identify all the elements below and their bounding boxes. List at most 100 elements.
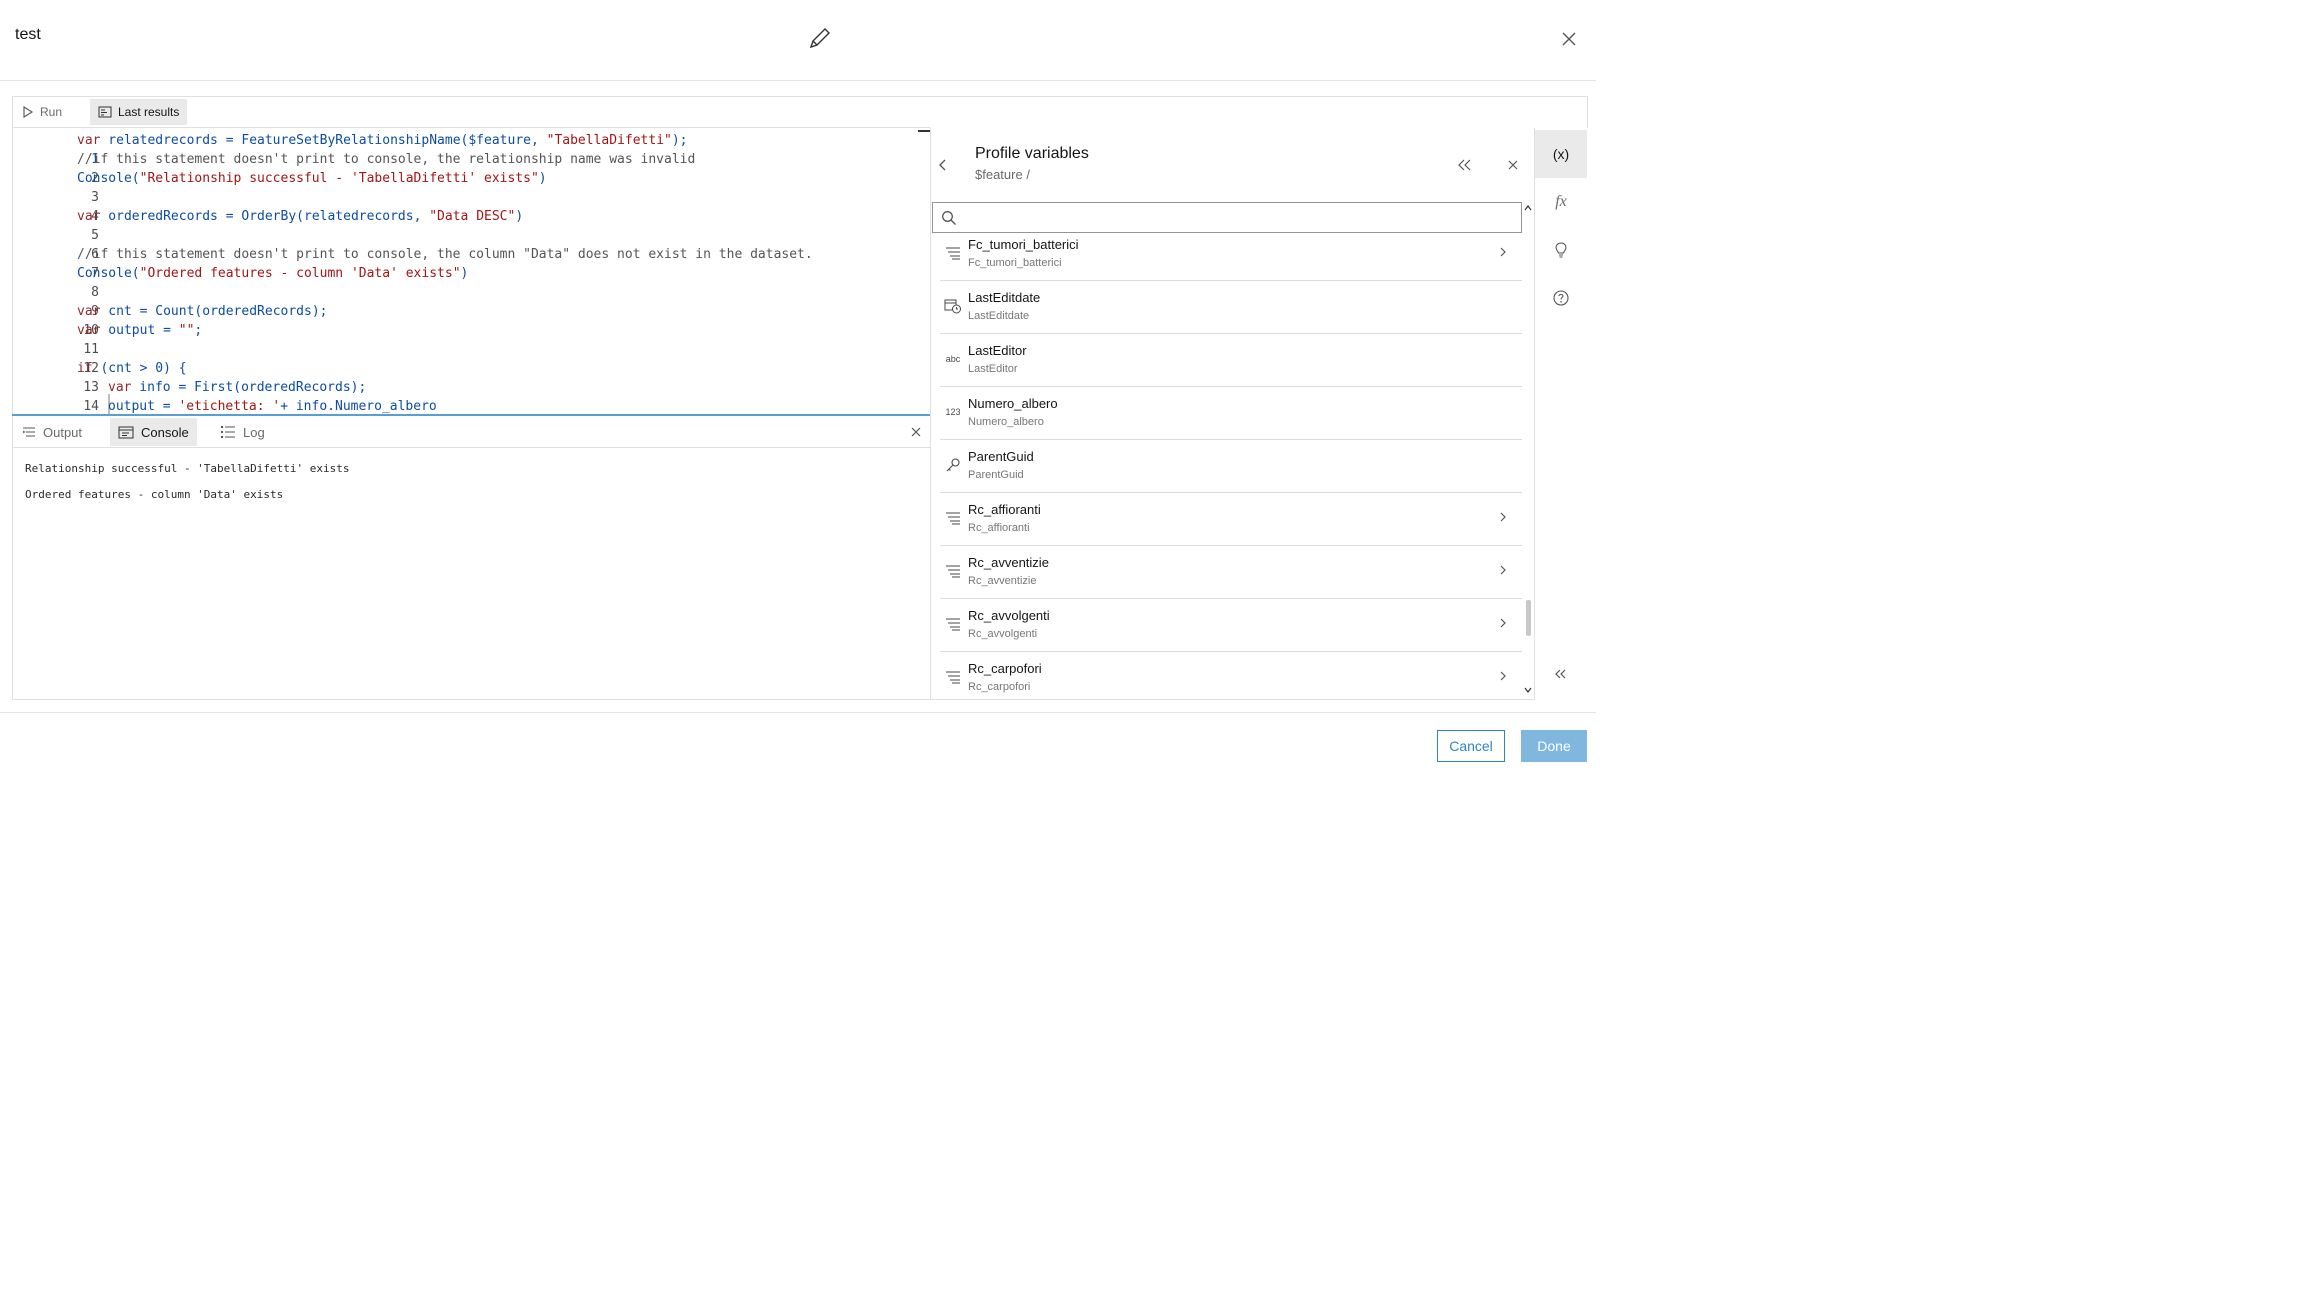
code-token: + info.Numero_albero: [280, 399, 437, 414]
tab-console-label: Console: [141, 424, 189, 440]
list-item[interactable]: abc LastEditor LastEditor: [940, 334, 1522, 387]
code-line: 15 output = 'etichetta: '+ info.Numero_a…: [12, 397, 922, 414]
functions-button[interactable]: fx: [1535, 178, 1587, 226]
variable-search[interactable]: [932, 202, 1522, 233]
string-literal: "Data DESC": [429, 209, 516, 224]
list-item[interactable]: ParentGuid ParentGuid: [940, 440, 1522, 493]
collapse-rail-button[interactable]: [1535, 650, 1587, 698]
item-name: Rc_avventizie: [968, 555, 1049, 570]
keyword: var: [77, 304, 101, 319]
run-button[interactable]: Run: [22, 99, 62, 125]
code-line: 7 //if this statement doesn't print to c…: [12, 245, 922, 281]
feature-set-icon: [944, 509, 962, 527]
tab-log[interactable]: Log: [220, 418, 265, 446]
collapse-icon[interactable]: [1455, 155, 1475, 175]
code-line: 11 var output = "";: [12, 321, 922, 357]
code-token: cnt =: [100, 304, 156, 319]
code-token: ($feature,: [460, 133, 547, 148]
suggestions-button[interactable]: [1535, 226, 1587, 274]
scroll-up-icon[interactable]: [1524, 204, 1532, 212]
code-token: info =: [131, 380, 195, 395]
item-description: LastEditdate: [968, 310, 1030, 322]
close-icon[interactable]: [1556, 26, 1582, 52]
search-input[interactable]: [963, 207, 1517, 229]
code-token: orderedRecords =: [100, 209, 242, 224]
lightbulb-icon: [1555, 242, 1567, 258]
close-icon[interactable]: [1503, 155, 1523, 175]
help-icon: [1553, 290, 1569, 306]
console-message: Ordered features - column 'Data' exists: [25, 488, 284, 501]
list-item[interactable]: Rc_affioranti Rc_affioranti: [940, 493, 1522, 546]
code-line: 1 var relatedrecords = FeatureSetByRelat…: [12, 131, 922, 167]
code-token: relatedrecords =: [100, 133, 242, 148]
pencil-icon[interactable]: [806, 24, 834, 52]
help-button[interactable]: [1535, 274, 1587, 322]
results-tabs: Output Console Log: [12, 416, 930, 448]
keyword: var: [77, 323, 101, 338]
code-line: 4: [12, 188, 922, 224]
variables-icon: (x): [1552, 146, 1570, 162]
item-name: LastEditor: [968, 343, 1027, 358]
item-name: Rc_avvolgenti: [968, 608, 1050, 623]
last-results-button[interactable]: Last results: [90, 99, 188, 125]
key-icon: [944, 456, 962, 474]
code-token: ): [460, 266, 469, 281]
output-icon: [22, 427, 35, 437]
list-item[interactable]: LastEditdate LastEditdate: [940, 281, 1522, 334]
code-token: (: [131, 266, 140, 281]
item-description: Rc_carpofori: [968, 681, 1031, 693]
play-icon: [23, 106, 34, 118]
list-item[interactable]: Rc_avvolgenti Rc_avvolgenti: [940, 599, 1522, 652]
keyword: var: [108, 380, 132, 395]
number-icon: 123: [945, 407, 961, 417]
code-token: (cnt > 0) {: [92, 361, 187, 376]
dialog-header: test: [0, 0, 1596, 81]
panel-subtitle: $feature /: [975, 167, 1030, 182]
code-token: ;: [194, 323, 203, 338]
last-results-label: Last results: [118, 105, 180, 119]
list-scrollbar[interactable]: [1522, 202, 1534, 700]
comment: //if this statement doesn't print to con…: [77, 152, 696, 167]
comment: //if this statement doesn't print to con…: [77, 247, 813, 262]
run-label: Run: [40, 105, 63, 119]
code-line: 3 Console("Relationship successful - 'Ta…: [12, 169, 922, 205]
code-line: 9: [12, 283, 922, 319]
function-name: FeatureSetByRelationshipName: [241, 133, 461, 148]
cancel-button[interactable]: Cancel: [1437, 730, 1505, 762]
variables-button[interactable]: (x): [1535, 130, 1587, 178]
back-icon[interactable]: [932, 150, 954, 180]
scrollbar-thumb[interactable]: [1526, 600, 1531, 636]
functions-icon: fx: [1555, 193, 1567, 210]
code-line: 5 var orderedRecords = OrderBy(relatedre…: [12, 207, 922, 243]
item-description: Rc_avvolgenti: [968, 628, 1038, 640]
code-line: 10 var cnt = Count(orderedRecords);: [12, 302, 922, 338]
editor-toolbar: Run Last results: [12, 96, 930, 128]
arcade-editor-dialog: test Run Last results 1 var relatedrecor…: [0, 0, 1596, 768]
tab-output[interactable]: Output: [22, 418, 82, 446]
close-icon[interactable]: [908, 424, 924, 440]
code-scrollbar[interactable]: [918, 130, 930, 132]
chevron-right-icon: [1500, 512, 1506, 522]
code-editor[interactable]: 1 var relatedrecords = FeatureSetByRelat…: [12, 128, 930, 414]
feature-set-icon: [944, 668, 962, 686]
chevron-right-icon: [1500, 618, 1506, 628]
tab-console[interactable]: Console: [110, 418, 197, 446]
list-item[interactable]: Fc_tumori_batterici Fc_tumori_batterici: [940, 233, 1522, 281]
chevron-right-icon: [1500, 565, 1506, 575]
code-line: 8 Console("Ordered features - column 'Da…: [12, 264, 922, 300]
feature-set-icon: [944, 615, 962, 633]
item-description: Fc_tumori_batterici: [968, 257, 1062, 269]
string-literal: 'etichetta: ': [178, 399, 281, 414]
variable-list: Fc_tumori_batterici Fc_tumori_batterici …: [940, 233, 1522, 700]
item-name: Rc_carpofori: [968, 661, 1042, 676]
chevron-right-icon: [1500, 671, 1506, 681]
list-item[interactable]: 123 Numero_albero Numero_albero: [940, 387, 1522, 440]
list-item[interactable]: Rc_carpofori Rc_carpofori: [940, 652, 1522, 700]
function-name: First: [194, 380, 234, 395]
scroll-down-icon[interactable]: [1524, 686, 1532, 694]
done-button[interactable]: Done: [1521, 730, 1587, 762]
list-item[interactable]: Rc_avventizie Rc_avventizie: [940, 546, 1522, 599]
dialog-title: test: [15, 26, 41, 43]
item-description: Rc_affioranti: [968, 522, 1030, 534]
feature-set-icon: [944, 562, 962, 580]
